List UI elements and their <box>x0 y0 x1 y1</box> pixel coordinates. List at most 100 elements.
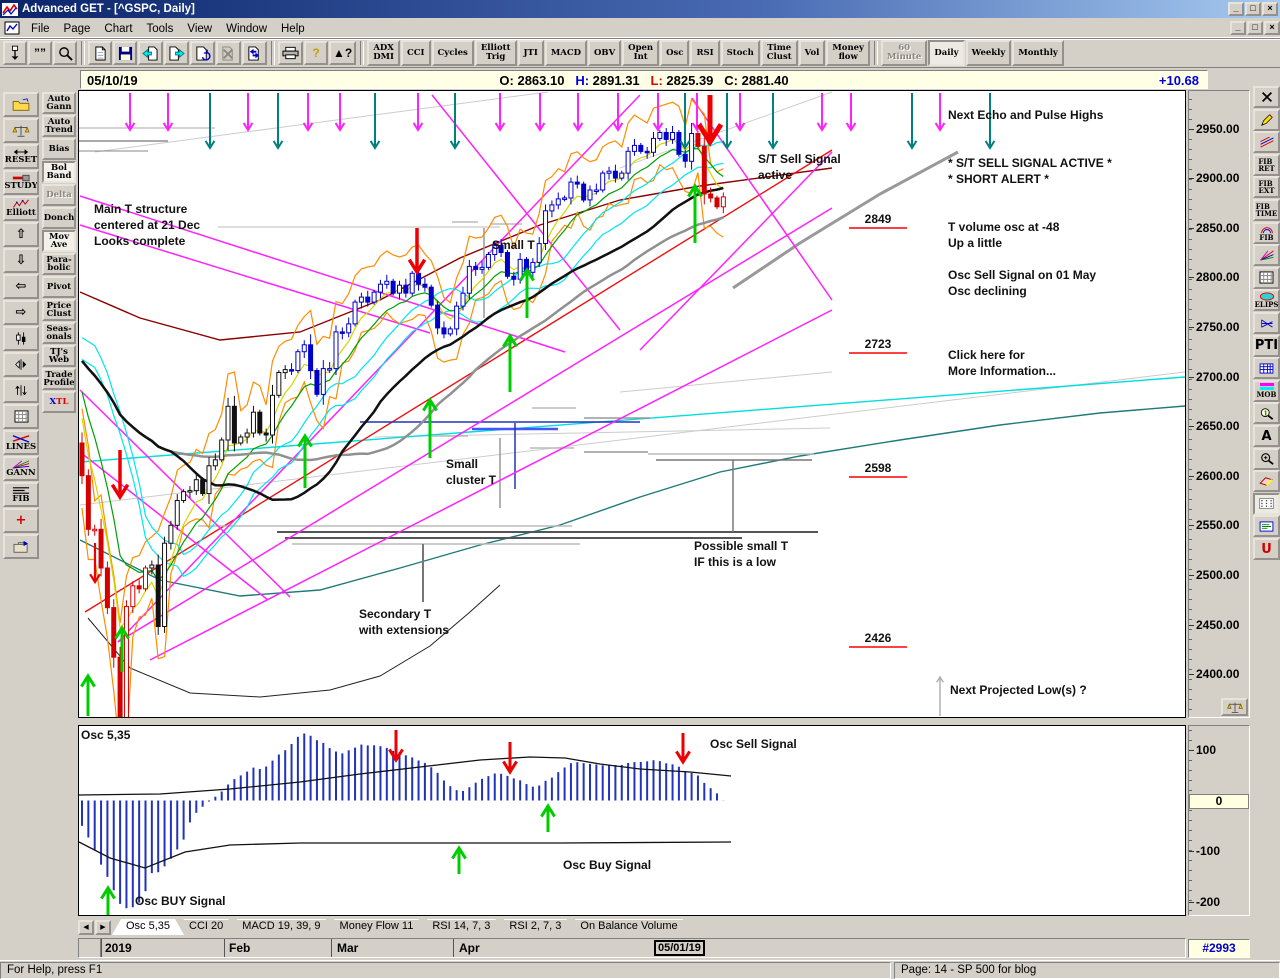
pin-icon[interactable] <box>3 41 27 65</box>
study-donch[interactable]: Donch <box>42 207 76 229</box>
quotes-icon[interactable]: ”” <box>28 41 52 65</box>
time-axis[interactable]: 2019FebMarApr05/01/19 <box>78 938 1186 958</box>
next-page-icon[interactable] <box>164 41 189 65</box>
more-info-link[interactable]: Click here for <box>948 348 1025 362</box>
pitchfork-icon[interactable] <box>1253 312 1280 334</box>
tab-money-flow-11[interactable]: Money Flow 11 <box>326 919 428 935</box>
eraser-icon[interactable] <box>1253 470 1280 492</box>
menu-page[interactable]: Page <box>57 21 98 37</box>
help-icon[interactable]: ? <box>304 41 328 65</box>
indicator-rsi[interactable]: RSI <box>690 40 719 66</box>
indicator-osc[interactable]: Osc <box>660 40 689 66</box>
scale-settings-button[interactable] <box>1221 698 1248 716</box>
title-bar[interactable]: Advanced GET - [^GSPC, Daily] _ □ × <box>0 0 1280 18</box>
arrow-left-icon[interactable]: ⇦ <box>3 274 39 299</box>
study-para-bolic[interactable]: Para- bolic <box>42 253 76 275</box>
indicator-cycles[interactable]: Cycles <box>432 40 474 66</box>
study-trade-profile[interactable]: Trade Profile <box>42 368 76 390</box>
study-price-clust[interactable]: Price Clust <box>42 299 76 321</box>
tab-osc-5-35[interactable]: Osc 5,35 <box>112 919 184 935</box>
pti-button[interactable]: PTI <box>1253 335 1280 357</box>
context-help-icon[interactable]: ▲? <box>329 41 356 65</box>
arrow-up-icon[interactable]: ⇧ <box>3 222 39 247</box>
zoom-in-icon[interactable] <box>1253 448 1280 470</box>
arrow-right-icon[interactable]: ⇨ <box>3 300 39 325</box>
menu-window[interactable]: Window <box>219 21 274 37</box>
delete-page-icon[interactable] <box>216 41 241 65</box>
menu-view[interactable]: View <box>180 21 219 37</box>
fib-extension-button[interactable]: FIB EXT <box>1253 176 1280 198</box>
grid-tool-icon[interactable] <box>1253 267 1280 289</box>
study-bol-band[interactable]: Bol Band <box>42 161 76 183</box>
tab-scroll-right-button[interactable]: ▶ <box>95 920 111 935</box>
study-button[interactable]: STUDY <box>3 170 39 195</box>
fib-retracement-button[interactable]: FIB RET <box>1253 154 1280 176</box>
compare-icon[interactable] <box>3 352 39 377</box>
text-tool-button[interactable]: A <box>1253 425 1280 447</box>
indicator-obv[interactable]: OBV <box>588 40 621 66</box>
indicator-money-flow[interactable]: Money flow <box>826 40 870 66</box>
study-auto-trend[interactable]: Auto Trend <box>42 115 76 137</box>
crosshair-button[interactable]: + <box>3 508 39 533</box>
study-tj-s-web[interactable]: TJ's Web <box>42 345 76 367</box>
study-xtl[interactable]: XTL <box>42 391 76 413</box>
arrow-down-icon[interactable]: ⇩ <box>3 248 39 273</box>
timeframe-weekly[interactable]: Weekly <box>966 40 1012 66</box>
reload-icon[interactable] <box>190 41 215 65</box>
search-icon[interactable] <box>53 41 77 65</box>
oscillator-panel[interactable]: Osc 5,35Osc Sell SignalOsc Buy SignalOsc… <box>78 725 1186 916</box>
timeframe-daily[interactable]: Daily <box>928 40 964 66</box>
close-drawing-icon[interactable] <box>1253 86 1280 108</box>
indicator-adx-dmi[interactable]: ADX DMI <box>367 40 400 66</box>
oscillator-canvas[interactable] <box>79 726 1185 915</box>
trendlines-icon[interactable] <box>1253 131 1280 153</box>
timeframe-monthly[interactable]: Monthly <box>1012 40 1064 66</box>
child-close-button[interactable]: × <box>1264 21 1280 35</box>
tab-macd-19-39-9[interactable]: MACD 19, 39, 9 <box>228 919 334 935</box>
grid-icon[interactable] <box>3 404 39 429</box>
fan-lines-icon[interactable] <box>1253 244 1280 266</box>
print-icon[interactable] <box>278 41 303 65</box>
indicator-macd[interactable]: MACD <box>545 40 587 66</box>
tab-on-balance-volume[interactable]: On Balance Volume <box>566 919 691 935</box>
main-chart[interactable]: Main T structurecentered at 21 DecLooks … <box>78 90 1186 718</box>
gann-button[interactable]: GANN <box>3 456 39 481</box>
dot-grid-icon[interactable] <box>1253 493 1280 515</box>
fib-button[interactable]: FIB <box>3 482 39 507</box>
notes-icon[interactable] <box>1253 515 1280 537</box>
menu-tools[interactable]: Tools <box>140 21 181 37</box>
switch-symbol-icon[interactable] <box>242 41 267 65</box>
menu-file[interactable]: File <box>24 21 57 37</box>
close-button[interactable]: × <box>1262 2 1278 16</box>
mob-icon[interactable]: MOB <box>1253 380 1280 402</box>
prev-page-icon[interactable] <box>138 41 163 65</box>
more-info-link[interactable]: More Information... <box>948 364 1056 378</box>
reset-button[interactable]: RESET <box>3 144 39 169</box>
save-icon[interactable] <box>113 41 137 65</box>
lines-button[interactable]: LINES <box>3 430 39 455</box>
minimize-button[interactable]: _ <box>1228 2 1244 16</box>
child-restore-button[interactable]: □ <box>1247 21 1263 35</box>
indicator-vol[interactable]: Vol <box>799 40 826 66</box>
blue-grid-icon[interactable] <box>1253 357 1280 379</box>
study-mov-ave[interactable]: Mov Ave <box>42 230 76 252</box>
restore-button[interactable]: □ <box>1245 2 1261 16</box>
scales-icon[interactable] <box>3 118 39 143</box>
study-bias[interactable]: Bias <box>42 138 76 160</box>
pencil-icon[interactable] <box>1253 109 1280 131</box>
study-delta[interactable]: Delta <box>42 184 76 206</box>
indicator-time-clust[interactable]: Time Clust <box>761 40 798 66</box>
price-scale[interactable]: 2950.002900.002850.002800.002750.002700.… <box>1188 90 1250 718</box>
oscillator-scale[interactable]: 100-100-2000 <box>1188 725 1250 916</box>
ellipse-icon[interactable]: ELIPS <box>1253 289 1280 311</box>
study-seas-onals[interactable]: Seas- onals <box>42 322 76 344</box>
indicator-stoch[interactable]: Stoch <box>721 40 760 66</box>
indicator-open-int[interactable]: Open Int <box>622 40 659 66</box>
study-pivot[interactable]: Pivot <box>42 276 76 298</box>
tab-scroll-left-button[interactable]: ◀ <box>78 920 94 935</box>
elliott-button[interactable]: Elliott <box>3 196 39 221</box>
menu-chart[interactable]: Chart <box>97 21 139 37</box>
fib-time-button[interactable]: FIB TIME <box>1253 199 1280 221</box>
menu-help[interactable]: Help <box>274 21 312 37</box>
indicator-jti[interactable]: JTI <box>518 40 544 66</box>
